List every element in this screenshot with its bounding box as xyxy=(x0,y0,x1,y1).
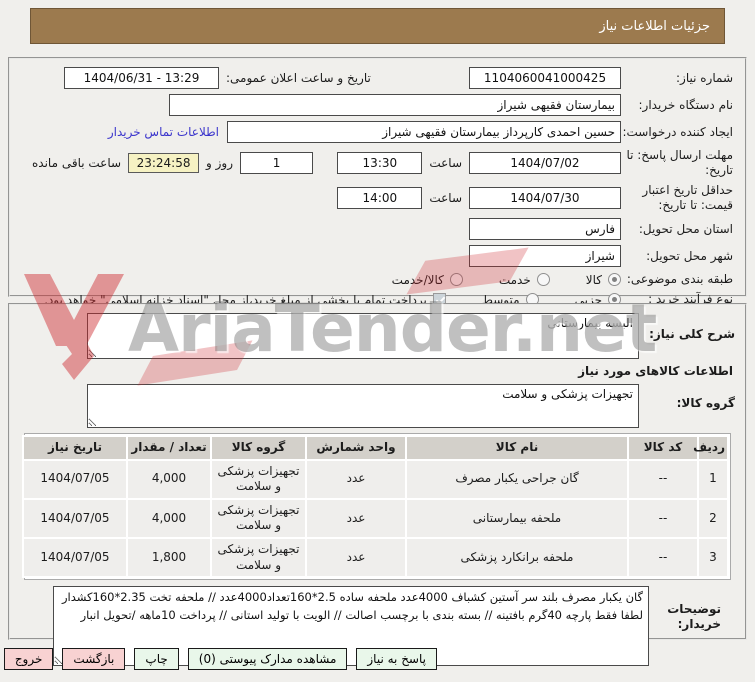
hours-remaining-text: ساعت باقی مانده xyxy=(32,156,122,170)
table-cell: -- xyxy=(627,458,699,500)
table-header-cell: تاریخ نیاز xyxy=(22,435,128,461)
buyer-description-label: توضیحات خریدار: xyxy=(667,602,721,632)
print-button[interactable]: چاپ xyxy=(134,648,179,670)
items-table: ردیف کد کالا نام کالا واحد شمارش گروه کالا تع… xyxy=(22,435,729,579)
footer-buttons: پاسخ به نیاز مشاهده مدارک پیوستی (0) چاپ… xyxy=(3,648,437,670)
table-row: 2 -- ملحفه بیمارستانی عدد تجهیزات پزشکی و سل… xyxy=(22,497,729,539)
overall-need-label: شرح کلی نیاز: xyxy=(649,327,735,341)
request-creator-label: ایجاد کننده درخواست: xyxy=(622,124,733,139)
row-reply-deadline: مهلت ارسال پاسخ: تا تاریخ: ساعت روز و 23… xyxy=(22,148,733,178)
table-cell: گان جراحی یکبار مصرف xyxy=(405,458,629,500)
table-cell: تجهیزات پزشکی و سلامت xyxy=(210,497,307,539)
row-city: شهر محل تحویل: xyxy=(22,245,733,267)
table-cell: 4,000 xyxy=(126,497,212,539)
need-details-page: جزئیات اطلاعات نیاز شماره نیاز: تاریخ و … xyxy=(0,0,755,682)
table-cell: 3 xyxy=(697,536,729,579)
city-label: شهر محل تحویل: xyxy=(646,248,733,263)
row-overall-need: شرح کلی نیاز: البسه بیمارستانی xyxy=(20,313,735,359)
subject-class-label: طبقه بندی موضوعی: xyxy=(626,272,733,286)
need-number-label: شماره نیاز: xyxy=(676,70,733,85)
time-remaining-group: روز و 23:24:58 ساعت باقی مانده xyxy=(32,152,314,174)
price-validity-date-input[interactable] xyxy=(469,187,621,209)
countdown-timer: 23:24:58 xyxy=(128,153,200,173)
goods-group-label: گروه کالا: xyxy=(676,396,735,410)
table-header-cell: واحد شمارش xyxy=(305,435,407,461)
need-info-groupbox: شماره نیاز: تاریخ و ساعت اعلان عمومی: 14… xyxy=(8,57,747,307)
radio-icon[interactable] xyxy=(608,273,621,286)
table-cell: ملحفه برانکارد پزشکی xyxy=(405,536,629,579)
table-cell: 2 xyxy=(697,497,729,539)
province-label: استان محل تحویل: xyxy=(638,221,733,236)
price-validity-time-label: ساعت xyxy=(429,191,462,205)
buyer-contact-link[interactable]: اطلاعات تماس خریدار xyxy=(108,125,219,139)
reply-deadline-date-input[interactable] xyxy=(469,152,621,174)
table-cell: 1404/07/05 xyxy=(22,458,128,500)
radio-option[interactable]: کالا xyxy=(586,273,621,287)
row-need-number: شماره نیاز: تاریخ و ساعت اعلان عمومی: 14… xyxy=(22,67,733,89)
price-validity-time-input[interactable] xyxy=(337,187,423,209)
table-header-cell: نام کالا xyxy=(405,435,629,461)
row-price-validity: حداقل تاریخ اعتبار قیمت: تا تاریخ: ساعت xyxy=(22,183,733,213)
goods-section-header: اطلاعات کالاهای مورد نیاز xyxy=(578,364,733,378)
table-cell: ملحفه بیمارستانی xyxy=(405,497,629,539)
need-number-input[interactable] xyxy=(469,67,621,89)
announce-datetime-value: 1404/06/31 - 13:29 xyxy=(64,67,219,89)
table-row: 3 -- ملحفه برانکارد پزشکی عدد تجهیزات پزشکی … xyxy=(22,536,729,579)
table-cell: 1,800 xyxy=(126,536,212,579)
table-header-cell: کد کالا xyxy=(627,435,699,461)
table-header-cell: تعداد / مقدار xyxy=(126,435,212,461)
radio-icon[interactable] xyxy=(536,273,550,286)
announce-datetime-label: تاریخ و ساعت اعلان عمومی: xyxy=(226,71,371,85)
row-request-creator: ایجاد کننده درخواست: اطلاعات تماس خریدار xyxy=(22,121,733,143)
table-cell: 1 xyxy=(697,458,729,500)
table-cell: عدد xyxy=(305,458,407,500)
days-remaining-text: روز و xyxy=(206,156,234,170)
radio-label: خدمت xyxy=(498,272,531,287)
request-creator-input[interactable] xyxy=(227,121,621,143)
table-cell: عدد xyxy=(305,536,407,579)
subject-class-options: کالا خدمت کالا/خدمت xyxy=(356,273,621,287)
reply-deadline-time-label: ساعت xyxy=(429,156,462,170)
table-header-cell: گروه کالا xyxy=(210,435,307,461)
items-table-header-row: ردیف کد کالا نام کالا واحد شمارش گروه کالا تع… xyxy=(22,435,729,461)
table-cell: تجهیزات پزشکی و سلامت xyxy=(210,536,307,579)
table-row: 1 -- گان جراحی یکبار مصرف عدد تجهیزات پزشکی … xyxy=(22,458,729,500)
view-attachments-button[interactable]: مشاهده مدارک پیوستی (0) xyxy=(187,648,348,670)
buyer-org-input[interactable] xyxy=(169,94,621,116)
table-cell: 4,000 xyxy=(126,458,212,500)
reply-deadline-time-input[interactable] xyxy=(337,152,423,174)
table-cell: تجهیزات پزشکی و سلامت xyxy=(210,458,307,500)
table-header-cell: ردیف xyxy=(693,435,729,461)
announce-datetime-group: تاریخ و ساعت اعلان عمومی: 1404/06/31 - 1… xyxy=(64,67,371,89)
radio-label: کالا xyxy=(585,272,602,287)
table-cell: عدد xyxy=(305,497,407,539)
row-province: استان محل تحویل: xyxy=(22,218,733,240)
radio-icon[interactable] xyxy=(449,273,463,286)
items-table-body: 1 -- گان جراحی یکبار مصرف عدد تجهیزات پزشکی … xyxy=(22,458,729,579)
table-cell: 1404/07/05 xyxy=(22,536,128,579)
city-input[interactable] xyxy=(469,245,621,267)
buyer-org-label: نام دستگاه خریدار: xyxy=(638,97,734,112)
row-subject-class: طبقه بندی موضوعی: کالا خدمت کالا/خدمت xyxy=(22,272,733,287)
price-validity-label: حداقل تاریخ اعتبار قیمت: تا تاریخ: xyxy=(642,183,733,212)
table-cell: -- xyxy=(627,536,699,579)
exit-button[interactable]: خروج xyxy=(3,648,54,670)
items-table-wrap: ردیف کد کالا نام کالا واحد شمارش گروه کالا تع… xyxy=(22,433,731,581)
days-remaining-input[interactable] xyxy=(240,152,314,174)
table-cell: -- xyxy=(627,497,699,539)
row-goods-group: گروه کالا: تجهیزات پزشکی و سلامت xyxy=(20,384,735,428)
need-goods-groupbox: شرح کلی نیاز: البسه بیمارستانی اطلاعات ک… xyxy=(8,303,747,667)
row-buyer-org: نام دستگاه خریدار: xyxy=(22,94,733,116)
back-button[interactable]: بازگشت xyxy=(62,648,126,670)
page-title: جزئیات اطلاعات نیاز xyxy=(30,8,725,44)
overall-need-textarea[interactable]: البسه بیمارستانی xyxy=(87,313,639,359)
goods-group-textarea[interactable]: تجهیزات پزشکی و سلامت xyxy=(87,384,639,428)
reply-to-need-button[interactable]: پاسخ به نیاز xyxy=(356,648,437,670)
province-input[interactable] xyxy=(469,218,621,240)
reply-deadline-label: مهلت ارسال پاسخ: تا تاریخ: xyxy=(626,148,733,177)
radio-option[interactable]: کالا/خدمت xyxy=(392,273,463,287)
radio-option[interactable]: خدمت xyxy=(499,273,550,287)
table-cell: 1404/07/05 xyxy=(22,497,128,539)
radio-label: کالا/خدمت xyxy=(391,272,444,287)
